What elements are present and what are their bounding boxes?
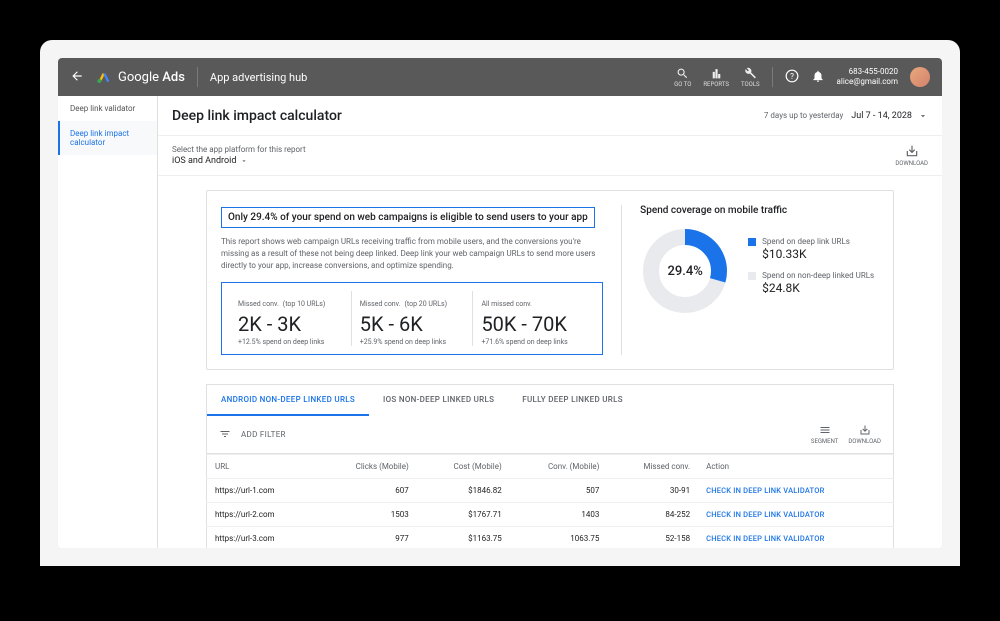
cell-cost: $1163.75 — [417, 527, 510, 549]
tab-ios[interactable]: IOS NON-DEEP LINKED URLS — [369, 385, 508, 416]
search-button[interactable]: GO TO — [674, 67, 691, 88]
download-icon — [859, 424, 871, 436]
reports-icon — [710, 67, 723, 80]
check-validator-link[interactable]: CHECK IN DEEP LINK VALIDATOR — [706, 486, 824, 495]
logo[interactable]: Google Ads — [96, 69, 185, 85]
bell-icon — [811, 69, 825, 83]
donut-center-label: 29.4% — [640, 226, 730, 316]
table-row: https://url-1.com 607 $1846.82 507 30-91… — [207, 479, 894, 503]
brand-text: Google Ads — [118, 70, 185, 85]
summary-card: Only 29.4% of your spend on web campaign… — [206, 190, 894, 370]
headline: Only 29.4% of your spend on web campaign… — [221, 207, 595, 228]
metric-top10: Missed conv. (top 10 URLs) 2K - 3K +12.5… — [230, 291, 351, 346]
col-cost[interactable]: Cost (Mobile) — [417, 455, 510, 479]
sidebar: Deep link validator Deep link impact cal… — [58, 96, 158, 548]
download-icon — [905, 144, 919, 158]
avatar[interactable] — [910, 67, 930, 87]
tools-button[interactable]: TOOLS — [741, 67, 760, 88]
platform-label: Select the app platform for this report — [172, 145, 306, 154]
search-icon — [676, 67, 689, 80]
segment-button[interactable]: SEGMENT — [811, 424, 838, 445]
tabs: ANDROID NON-DEEP LINKED URLS IOS NON-DEE… — [206, 384, 894, 416]
svg-text:?: ? — [790, 70, 794, 80]
back-arrow-icon[interactable] — [70, 68, 86, 87]
help-icon: ? — [785, 69, 799, 83]
segment-icon — [819, 424, 831, 436]
help-button[interactable]: ? — [785, 68, 799, 87]
cell-missed: 52-158 — [607, 527, 698, 549]
col-action[interactable]: Action — [698, 455, 893, 479]
cell-url: https://url-1.com — [207, 479, 317, 503]
account-info[interactable]: 683-455-0020 alice@gmail.com — [837, 67, 898, 88]
download-button[interactable]: DOWNLOAD — [895, 144, 928, 167]
metric-all: All missed conv. 50K - 70K +71.6% spend … — [472, 291, 594, 346]
chart-legend: Spend on deep link URLs $10.33K Spend on… — [748, 237, 874, 305]
cell-missed: 30-91 — [607, 479, 698, 503]
wrench-icon — [744, 67, 757, 80]
app-header: Google Ads App advertising hub GO TO REP… — [58, 58, 942, 96]
tab-fully[interactable]: FULLY DEEP LINKED URLS — [508, 385, 637, 416]
legend-swatch-grey — [748, 272, 756, 280]
notifications-button[interactable] — [811, 68, 825, 87]
cell-conv: 507 — [510, 479, 608, 503]
description: This report shows web campaign URLs rece… — [221, 236, 603, 272]
filter-bar: ADD FILTER SEGMENT DOWNLOAD — [206, 416, 894, 454]
metric-top20: Missed conv. (top 20 URLs) 5K - 6K +25.9… — [351, 291, 473, 346]
chevron-down-icon — [240, 157, 248, 165]
check-validator-link[interactable]: CHECK IN DEEP LINK VALIDATOR — [706, 510, 824, 519]
cell-cost: $1846.82 — [417, 479, 510, 503]
platform-bar: Select the app platform for this report … — [158, 136, 942, 176]
cell-clicks: 1503 — [317, 503, 417, 527]
page-title: Deep link impact calculator — [172, 108, 342, 124]
cell-clicks: 977 — [317, 527, 417, 549]
reports-button[interactable]: REPORTS — [703, 67, 729, 88]
metrics-box: Missed conv. (top 10 URLs) 2K - 3K +12.5… — [221, 282, 603, 355]
hub-title: App advertising hub — [210, 71, 307, 84]
tab-android[interactable]: ANDROID NON-DEEP LINKED URLS — [207, 385, 369, 416]
date-range[interactable]: Jul 7 - 14, 2028 — [851, 111, 912, 121]
sidebar-item-calculator[interactable]: Deep link impact calculator — [58, 121, 157, 155]
table-row: https://url-2.com 1503 $1767.71 1403 84-… — [207, 503, 894, 527]
col-missed[interactable]: Missed conv. — [607, 455, 698, 479]
cell-conv: 1403 — [510, 503, 608, 527]
chevron-down-icon[interactable] — [918, 106, 928, 125]
google-ads-logo-icon — [96, 69, 112, 85]
cell-cost: $1767.71 — [417, 503, 510, 527]
check-validator-link[interactable]: CHECK IN DEEP LINK VALIDATOR — [706, 534, 824, 543]
table-row: https://url-3.com 977 $1163.75 1063.75 5… — [207, 527, 894, 549]
chart-title: Spend coverage on mobile traffic — [640, 205, 879, 216]
cell-conv: 1063.75 — [510, 527, 608, 549]
date-range-desc: 7 days up to yesterday — [764, 111, 843, 120]
download-table-button[interactable]: DOWNLOAD — [848, 424, 881, 445]
url-table: URL Clicks (Mobile) Cost (Mobile) Conv. … — [206, 454, 894, 548]
cell-clicks: 607 — [317, 479, 417, 503]
cell-missed: 84-252 — [607, 503, 698, 527]
legend-swatch-blue — [748, 238, 756, 246]
col-url[interactable]: URL — [207, 455, 317, 479]
add-filter-button[interactable]: ADD FILTER — [241, 430, 286, 439]
sidebar-item-validator[interactable]: Deep link validator — [58, 96, 157, 121]
donut-chart: 29.4% — [640, 226, 730, 316]
page-header: Deep link impact calculator 7 days up to… — [158, 96, 942, 136]
account-phone: 683-455-0020 — [837, 67, 898, 77]
cell-url: https://url-3.com — [207, 527, 317, 549]
platform-select[interactable]: iOS and Android — [172, 156, 306, 166]
account-email: alice@gmail.com — [837, 77, 898, 87]
filter-icon[interactable] — [219, 425, 231, 444]
cell-url: https://url-2.com — [207, 503, 317, 527]
col-clicks[interactable]: Clicks (Mobile) — [317, 455, 417, 479]
col-conv[interactable]: Conv. (Mobile) — [510, 455, 608, 479]
